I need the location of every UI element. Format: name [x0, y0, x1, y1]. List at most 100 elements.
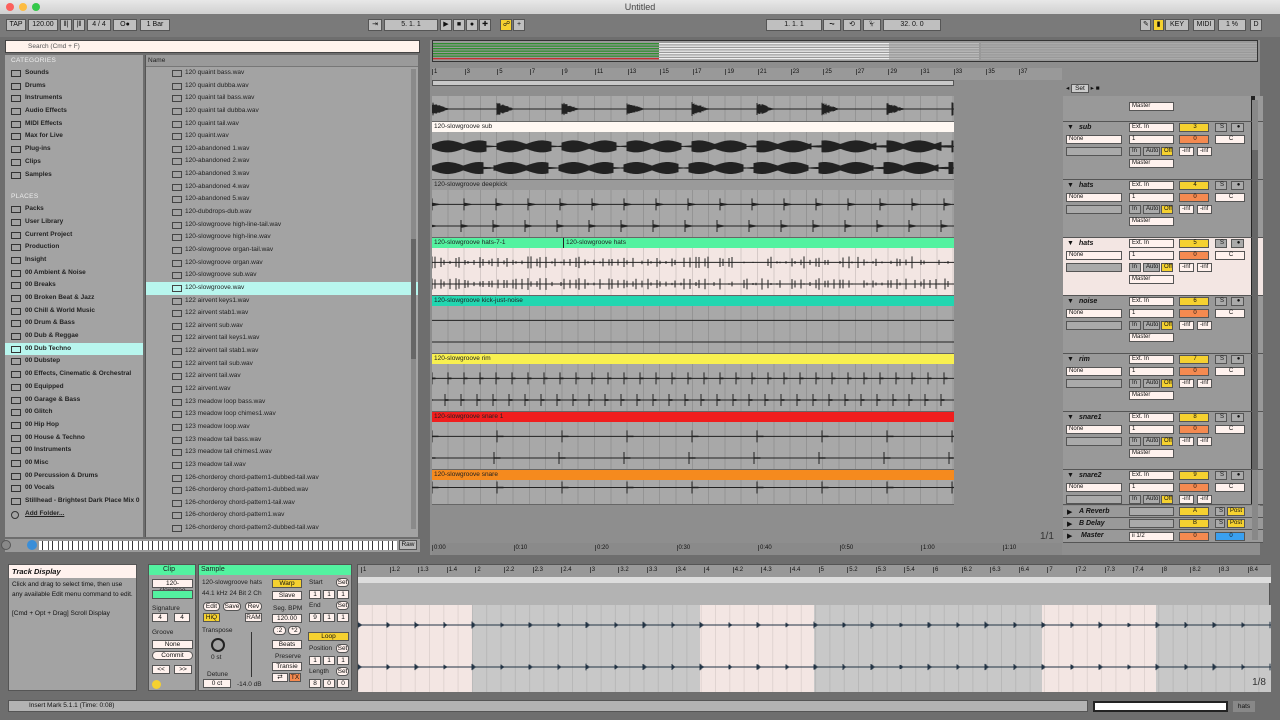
position-field[interactable]: 1 — [309, 656, 321, 665]
stop-button[interactable]: ■ — [453, 19, 465, 31]
play-button[interactable]: ▶ — [440, 19, 452, 31]
file-item[interactable]: 120-slowgroove high-line.wav — [146, 231, 418, 244]
return-letter[interactable]: B — [1179, 519, 1209, 528]
file-item[interactable]: 122 airvent tail stab1.wav — [146, 345, 418, 358]
place-item[interactable]: Insight — [5, 254, 143, 267]
track-header[interactable]: Master — [1063, 96, 1263, 122]
monitor-in-button[interactable]: In — [1129, 147, 1141, 156]
category-item[interactable]: Clips — [5, 156, 143, 169]
time-ruler[interactable]: 0:00 0:10 0:20 0:30 0:40 0:50 1:00 1:10 — [432, 543, 1062, 555]
nudge-up-button[interactable]: |⦀ — [73, 19, 85, 31]
clip-activator[interactable] — [152, 680, 161, 689]
punch-in-button[interactable]: ⏦ — [823, 19, 841, 31]
track-fold-icon[interactable]: ▼ — [1067, 124, 1074, 131]
solo-button[interactable]: S — [1215, 123, 1227, 132]
solo-button[interactable]: S — [1215, 471, 1227, 480]
place-item[interactable]: 00 Vocals — [5, 482, 143, 495]
song-position-field[interactable]: 5. 1. 1 — [384, 19, 438, 31]
track-number[interactable]: 3 — [1179, 123, 1209, 132]
place-item[interactable]: 00 Breaks — [5, 279, 143, 292]
position-field[interactable]: 1 — [337, 613, 349, 622]
input-channel-dropdown[interactable]: None — [1066, 135, 1122, 144]
follow-button[interactable]: ⇥ — [368, 19, 382, 31]
input-type-dropdown[interactable]: Ext. In — [1129, 355, 1174, 364]
pencil-icon[interactable]: ✎ — [1140, 19, 1151, 31]
file-item[interactable]: 120-abandoned 1.wav — [146, 143, 418, 156]
place-item[interactable]: 00 Garage & Bass — [5, 394, 143, 407]
track-lane[interactable]: 120-slowgroove hats-7-1 120-slowgroove ha… — [432, 238, 954, 296]
track-name[interactable]: noise — [1079, 298, 1097, 305]
track-lane[interactable]: 120-slowgroove sub — [432, 122, 954, 180]
file-item[interactable]: 120-abandoned 4.wav — [146, 181, 418, 194]
file-item[interactable]: 120-slowgroove high-line-tail.wav — [146, 219, 418, 232]
track-volume[interactable]: 0 — [1179, 251, 1209, 260]
track-fold-icon[interactable]: ▼ — [1067, 356, 1074, 363]
place-item[interactable]: Packs — [5, 203, 143, 216]
file-item[interactable]: 120-dubdrops-dub.wav — [146, 206, 418, 219]
place-item[interactable]: 00 Drum & Bass — [5, 317, 143, 330]
file-item[interactable]: 122 airvent sub.wav — [146, 320, 418, 333]
monitor-off-button[interactable]: Off — [1161, 147, 1173, 156]
category-item[interactable]: Plug-ins — [5, 143, 143, 156]
track-name[interactable]: snare1 — [1079, 414, 1102, 421]
record-button[interactable]: ● — [466, 19, 478, 31]
place-item[interactable]: 00 Misc — [5, 457, 143, 470]
solo-button[interactable]: S — [1215, 297, 1227, 306]
preview-button[interactable] — [27, 540, 37, 550]
key-map-button[interactable]: KEY — [1165, 19, 1189, 31]
ram-button[interactable]: RAM — [245, 613, 262, 622]
computer-midi-keyboard-button[interactable]: ▮ — [1153, 19, 1164, 31]
arm-button[interactable]: ● — [1231, 297, 1244, 306]
pan-field[interactable]: C — [1215, 425, 1245, 434]
monitor-auto-button[interactable]: Auto — [1143, 437, 1160, 446]
file-item[interactable]: 123 meadow loop chimes1.wav — [146, 408, 418, 421]
track-fold-icon[interactable]: ▼ — [1067, 240, 1074, 247]
track-header[interactable]: ▼ snare1 None Ext. In 1 In Auto Off Master 8 0 S ● C -… — [1063, 412, 1263, 470]
monitor-auto-button[interactable]: Auto — [1143, 495, 1160, 504]
browser-search-input[interactable]: Search (Cmd + F) — [5, 40, 420, 53]
file-item[interactable]: 120-slowgroove organ-tail.wav — [146, 244, 418, 257]
set-locator[interactable]: ◂ Set ▸ ■ — [1066, 84, 1136, 94]
place-item[interactable]: 00 House & Techno — [5, 432, 143, 445]
quantize-dropdown[interactable]: 1 Bar — [140, 19, 170, 31]
place-item[interactable]: User Library — [5, 216, 143, 229]
track-name[interactable]: rim — [1079, 356, 1090, 363]
file-item[interactable]: 120 quaint bass.wav — [146, 67, 418, 80]
clip-waveform[interactable] — [432, 180, 954, 238]
groove-dropdown[interactable]: None — [152, 640, 193, 649]
monitor-off-button[interactable]: Off — [1161, 205, 1173, 214]
input-channel-dropdown[interactable]: None — [1066, 367, 1122, 376]
position-field[interactable]: 1 — [309, 590, 321, 599]
arm-button[interactable]: ● — [1231, 413, 1244, 422]
half-tempo-button[interactable]: :2 — [273, 626, 286, 635]
monitor-auto-button[interactable]: Auto — [1143, 205, 1160, 214]
transpose-knob[interactable] — [211, 638, 225, 652]
clip-color-dropdown[interactable] — [152, 590, 193, 599]
tap-button[interactable]: TAP — [6, 19, 26, 31]
monitor-in-button[interactable]: In — [1129, 205, 1141, 214]
post-button[interactable]: Post — [1227, 519, 1245, 528]
input-type-dropdown[interactable]: Ext. In — [1129, 123, 1174, 132]
input-channel-field[interactable] — [1066, 437, 1122, 446]
tempo-field[interactable]: 120.00 — [28, 19, 58, 31]
place-item[interactable]: 00 Equipped — [5, 381, 143, 394]
warp-mode-dropdown[interactable]: Beats — [272, 640, 302, 649]
place-item[interactable]: 00 Hip Hop — [5, 419, 143, 432]
position-field[interactable]: 1 — [323, 613, 335, 622]
master-volume[interactable]: 0 — [1179, 532, 1209, 541]
beat-time-ruler[interactable]: 1 3 5 7 9 11 13 15 17 19 21 23 25 27 29 31 33 35 37 — [432, 68, 1062, 80]
category-item[interactable]: Audio Effects — [5, 105, 143, 118]
clip-name-field[interactable]: 120-slowgroo — [152, 579, 193, 594]
position-field[interactable]: 9 — [309, 613, 321, 622]
monitor-off-button[interactable]: Off — [1161, 379, 1173, 388]
clip-waveform[interactable] — [432, 296, 954, 354]
input-channel-dropdown[interactable]: None — [1066, 309, 1122, 318]
track-fold-icon[interactable]: ▼ — [1067, 298, 1074, 305]
clip-waveform[interactable] — [432, 412, 954, 470]
input-type-dropdown[interactable]: Ext. In — [1129, 239, 1174, 248]
arrangement-scrollbar[interactable] — [1252, 100, 1258, 540]
place-item[interactable]: Current Project — [5, 229, 143, 242]
sample-editor[interactable]: 1 1.2 1.3 1.4 2 2.2 2.3 2.4 3 3.2 3.3 3.4 4 4.2 4.3 4.4… — [357, 564, 1271, 692]
solo-button[interactable]: S — [1215, 181, 1227, 190]
loop-button[interactable]: ⟲ — [843, 19, 861, 31]
